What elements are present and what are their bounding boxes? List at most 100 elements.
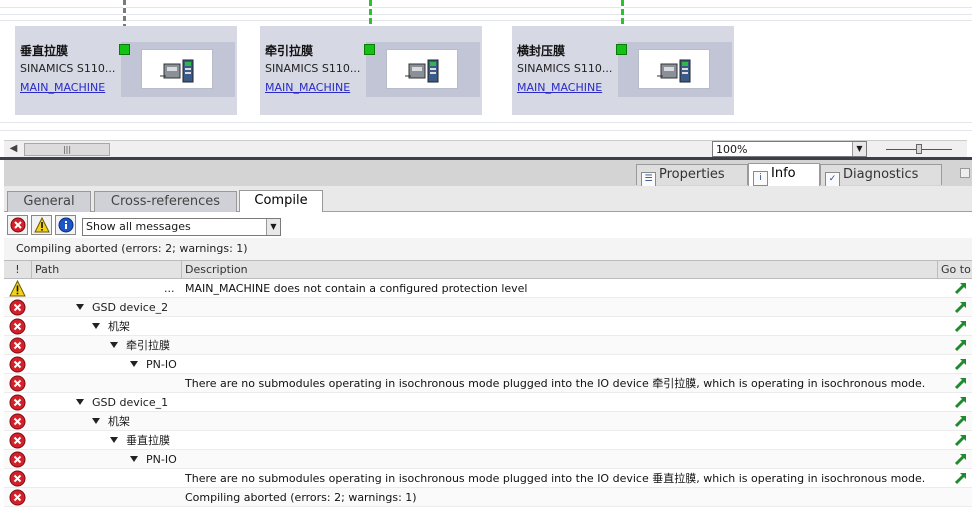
column-description[interactable]: Description [182, 261, 938, 279]
error-icon [9, 394, 26, 411]
tab-diagnostics[interactable]: ✓ Diagnostics [820, 164, 942, 187]
device-type: SINAMICS S110... [20, 62, 116, 75]
path-cell[interactable]: 垂直拉膜 [110, 431, 170, 450]
tab-cross-references[interactable]: Cross-references [94, 191, 237, 212]
error-icon [9, 356, 26, 373]
info-icon: i [753, 171, 768, 186]
device-master-link[interactable]: MAIN_MACHINE [20, 81, 105, 94]
path-cell[interactable]: GSD device_1 [76, 393, 168, 412]
tab-compile[interactable]: Compile [239, 190, 323, 213]
chevron-down-icon[interactable]: ▼ [852, 142, 866, 156]
description-cell: MAIN_MACHINE does not contain a configur… [185, 282, 528, 295]
expand-triangle-icon[interactable] [76, 304, 84, 310]
goto-arrow-icon[interactable] [954, 281, 968, 295]
properties-icon: ☰ [641, 172, 656, 187]
tia-portal-window: 垂直拉膜 SINAMICS S110... MAIN_MACHINE 牵引拉膜 … [0, 0, 972, 526]
device-name: 垂直拉膜 [20, 44, 69, 58]
tab-properties[interactable]: ☰ Properties [636, 164, 748, 187]
table-row[interactable]: ... MAIN_MACHINE does not contain a confi… [4, 279, 972, 298]
goto-arrow-icon[interactable] [954, 376, 968, 390]
zoom-select[interactable]: 100% ▼ [712, 141, 867, 157]
tab-info[interactable]: i Info [748, 163, 820, 186]
goto-arrow-icon[interactable] [954, 471, 968, 485]
expand-triangle-icon[interactable] [92, 323, 100, 329]
drive-icon [386, 49, 458, 89]
tab-general[interactable]: General [7, 191, 91, 212]
show-info-button[interactable] [55, 215, 76, 235]
show-warnings-button[interactable] [31, 215, 52, 235]
expand-triangle-icon[interactable] [92, 418, 100, 424]
table-row[interactable]: 牵引拉膜 [4, 336, 972, 355]
info-sub-tabs: General Cross-references Compile [4, 186, 972, 213]
device-card-1[interactable]: 垂直拉膜 SINAMICS S110... MAIN_MACHINE [15, 26, 237, 115]
expand-triangle-icon[interactable] [110, 342, 118, 348]
path-label: GSD device_2 [92, 301, 169, 314]
goto-arrow-icon[interactable] [954, 300, 968, 314]
column-path[interactable]: Path [32, 261, 182, 279]
table-row[interactable]: Compiling aborted (errors: 2; warnings: … [4, 488, 972, 507]
table-row[interactable]: 机架 [4, 412, 972, 431]
device-master-link[interactable]: MAIN_MACHINE [265, 81, 350, 94]
profinet-port[interactable] [616, 44, 627, 55]
device-master-link[interactable]: MAIN_MACHINE [517, 81, 602, 94]
error-icon [9, 299, 26, 316]
device-card-3[interactable]: 横封压膜 SINAMICS S110... MAIN_MACHINE [512, 26, 734, 115]
table-row[interactable]: GSD device_2 [4, 298, 972, 317]
path-cell[interactable]: PN-IO [130, 450, 177, 469]
path-label: 机架 [108, 320, 130, 333]
error-icon [9, 318, 26, 335]
path-cell[interactable]: PN-IO [130, 355, 177, 374]
table-row[interactable]: PN-IO [4, 450, 972, 469]
table-row[interactable]: There are no submodules operating in iso… [4, 469, 972, 488]
path-cell[interactable]: 牵引拉膜 [110, 336, 170, 355]
device-module[interactable] [618, 42, 732, 97]
path-label: PN-IO [146, 453, 177, 466]
device-card-2[interactable]: 牵引拉膜 SINAMICS S110... MAIN_MACHINE [260, 26, 482, 115]
device-name: 牵引拉膜 [265, 44, 314, 58]
profinet-port[interactable] [119, 44, 130, 55]
expand-triangle-icon[interactable] [130, 456, 138, 462]
expand-triangle-icon[interactable] [76, 399, 84, 405]
goto-arrow-icon[interactable] [954, 319, 968, 333]
device-type: SINAMICS S110... [265, 62, 361, 75]
zoom-slider-handle[interactable] [916, 144, 922, 154]
goto-arrow-icon[interactable] [954, 338, 968, 352]
table-row[interactable]: 垂直拉膜 [4, 431, 972, 450]
message-rows: ... MAIN_MACHINE does not contain a confi… [4, 279, 972, 507]
device-module[interactable] [121, 42, 235, 97]
table-header: ! Path Description Go to [4, 260, 972, 279]
error-icon [9, 489, 26, 506]
panel-float-icon[interactable] [960, 168, 970, 178]
scroll-thumb[interactable]: ||| [24, 143, 110, 156]
network-view[interactable]: 垂直拉膜 SINAMICS S110... MAIN_MACHINE 牵引拉膜 … [0, 0, 972, 140]
table-row[interactable]: 机架 [4, 317, 972, 336]
goto-arrow-icon[interactable] [954, 414, 968, 428]
expand-triangle-icon[interactable] [130, 361, 138, 367]
description-cell: Compiling aborted (errors: 2; warnings: … [185, 491, 417, 504]
column-flag[interactable]: ! [4, 261, 32, 279]
chevron-down-icon[interactable]: ▼ [266, 219, 280, 235]
goto-arrow-icon[interactable] [954, 395, 968, 409]
warning-icon [9, 279, 26, 297]
path-cell[interactable]: 机架 [92, 412, 130, 431]
drive-icon [141, 49, 213, 89]
goto-arrow-icon[interactable] [954, 433, 968, 447]
table-row[interactable]: PN-IO [4, 355, 972, 374]
zoom-value: 100% [716, 143, 748, 156]
table-row[interactable]: There are no submodules operating in iso… [4, 374, 972, 393]
zoom-slider[interactable] [886, 144, 952, 154]
table-row[interactable]: GSD device_1 [4, 393, 972, 412]
path-cell[interactable]: 机架 [92, 317, 130, 336]
goto-arrow-icon[interactable] [954, 452, 968, 466]
expand-triangle-icon[interactable] [110, 437, 118, 443]
show-errors-button[interactable] [7, 215, 28, 235]
goto-arrow-icon[interactable] [954, 357, 968, 371]
column-goto[interactable]: Go to [938, 261, 972, 279]
scroll-left-icon[interactable]: ◀ [6, 142, 21, 157]
messages-table: ! Path Description Go to ... MAIN_MACHINE… [4, 260, 972, 526]
compile-status: Compiling aborted (errors: 2; warnings: … [4, 238, 972, 260]
message-filter-select[interactable]: Show all messages ▼ [82, 218, 281, 236]
device-module[interactable] [366, 42, 480, 97]
profinet-port[interactable] [364, 44, 375, 55]
path-cell[interactable]: GSD device_2 [76, 298, 168, 317]
